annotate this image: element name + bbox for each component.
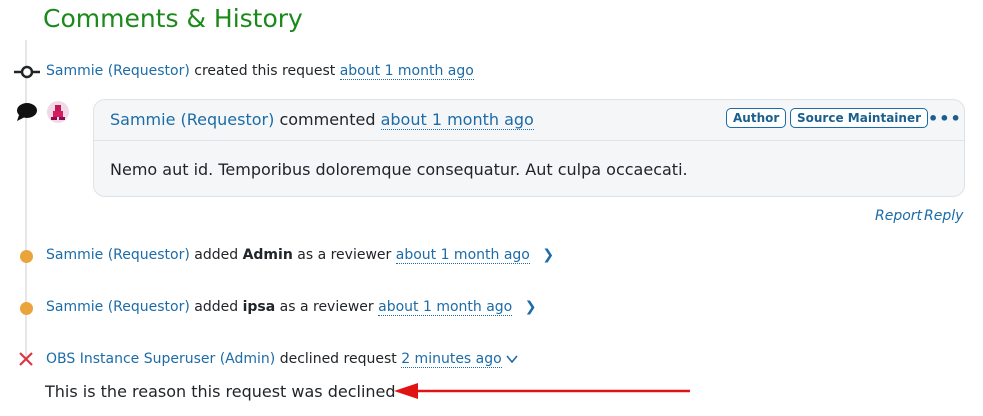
page-title: Comments & History: [43, 4, 303, 33]
source-maintainer-badge: Source Maintainer: [790, 108, 929, 128]
author-badge: Author: [726, 108, 787, 128]
reviewer-name: Admin: [242, 247, 293, 263]
avatar[interactable]: [47, 101, 69, 123]
timestamp-link[interactable]: about 1 month ago: [380, 110, 534, 130]
user-link[interactable]: Sammie (Requestor): [110, 110, 274, 129]
speech-bubble-icon: [17, 103, 37, 121]
timeline-created: Sammie (Requestor) created this request …: [46, 63, 474, 80]
commit-icon: [14, 65, 40, 79]
action-text: added: [194, 247, 239, 263]
timeline-reviewer-added: Sammie (Requestor) added Admin as a revi…: [46, 247, 554, 264]
user-link[interactable]: OBS Instance Superuser (Admin): [46, 351, 275, 367]
user-link[interactable]: Sammie (Requestor): [46, 299, 190, 315]
reviewer-name: ipsa: [242, 299, 276, 315]
action-text: as a reviewer: [279, 299, 374, 315]
user-link[interactable]: Sammie (Requestor): [46, 247, 190, 263]
chevron-right-icon[interactable]: ❯: [525, 299, 537, 315]
timestamp-link[interactable]: 2 minutes ago: [401, 351, 502, 368]
comment-body: Nemo aut id. Temporibus doloremque conse…: [110, 160, 688, 179]
comment-header: Sammie (Requestor) commented about 1 mon…: [110, 110, 534, 130]
report-link[interactable]: Report: [875, 208, 922, 224]
action-text: declined request: [279, 351, 397, 367]
comment-menu-button[interactable]: •••: [928, 109, 962, 128]
arrow-annotation: [394, 383, 690, 399]
comment-card: Sammie (Requestor) commented about 1 mon…: [93, 99, 965, 197]
decline-reason: This is the reason this request was decl…: [45, 382, 396, 401]
action-text: commented: [279, 110, 376, 129]
timestamp-link[interactable]: about 1 month ago: [378, 299, 513, 316]
chevron-down-icon[interactable]: [506, 354, 518, 364]
user-link[interactable]: Sammie (Requestor): [46, 63, 190, 79]
timeline-reviewer-added: Sammie (Requestor) added ipsa as a revie…: [46, 299, 537, 316]
timestamp-link[interactable]: about 1 month ago: [339, 63, 474, 80]
dot-icon: [20, 302, 33, 315]
action-text: added: [194, 299, 239, 315]
chevron-right-icon[interactable]: ❯: [542, 247, 554, 263]
avatar-icon: [51, 105, 65, 120]
reply-link[interactable]: Reply: [924, 208, 963, 224]
x-icon: [19, 352, 33, 366]
action-text: as a reviewer: [297, 247, 392, 263]
divider: [94, 140, 964, 141]
action-text: created this request: [194, 63, 336, 79]
timeline-declined: OBS Instance Superuser (Admin) declined …: [46, 351, 518, 368]
timestamp-link[interactable]: about 1 month ago: [395, 247, 530, 264]
dot-icon: [20, 250, 33, 263]
